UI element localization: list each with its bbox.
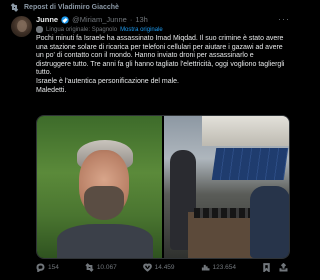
solar-station-photo[interactable]: [164, 116, 289, 258]
avatar[interactable]: [11, 16, 32, 37]
views-count: 123.654: [212, 264, 237, 271]
like-count: 14.459: [154, 264, 175, 271]
like-button[interactable]: 14.459: [143, 263, 175, 272]
portrait-photo[interactable]: [37, 116, 162, 258]
views-icon: [201, 263, 210, 272]
action-bar: 154 10.067 14.459 123.654: [36, 263, 288, 272]
tweet-paragraph: Israele è l'autentica personificazione d…: [36, 77, 179, 85]
original-language-label: Lingua originale: Spagnolo: [46, 26, 118, 33]
photo-person: [250, 186, 289, 258]
photo-tent: [202, 116, 289, 146]
photo-table: [188, 212, 258, 258]
repost-icon: [85, 263, 94, 272]
photo-phones: [194, 208, 250, 218]
media-grid: [36, 115, 290, 259]
tweet-tools: [262, 263, 288, 272]
views-button[interactable]: 123.654: [201, 263, 237, 272]
photo-shirt: [57, 224, 153, 258]
author-handle[interactable]: @Miriam_Junne: [72, 15, 127, 24]
repost-button[interactable]: 10.067: [85, 263, 117, 272]
repost-indicator[interactable]: Repost di Vladimiro Giacchè: [10, 3, 119, 12]
repost-label: Repost di Vladimiro Giacchè: [24, 4, 119, 11]
timestamp[interactable]: 13h: [135, 15, 148, 24]
author-name[interactable]: Junne: [36, 15, 58, 24]
share-icon[interactable]: [279, 263, 288, 272]
reply-icon: [36, 263, 45, 272]
photo-solar-panel: [211, 148, 289, 180]
verified-badge-icon: [61, 15, 69, 24]
globe-icon: [36, 26, 43, 33]
tweet-paragraph: Maledetti.: [36, 86, 67, 94]
tweet-text: Pochi minuti fa Israele ha assassinato I…: [36, 35, 288, 95]
translation-row: Lingua originale: Spagnolo Mostra origin…: [36, 26, 163, 33]
like-icon: [143, 263, 152, 272]
reply-button[interactable]: 154: [36, 263, 59, 272]
show-original-link[interactable]: Mostra originale: [120, 27, 163, 33]
photo-beard: [84, 186, 124, 220]
repost-count: 10.067: [96, 264, 117, 271]
separator: ·: [129, 15, 133, 24]
more-icon[interactable]: ···: [278, 14, 290, 24]
repost-icon: [10, 3, 19, 12]
bookmark-icon[interactable]: [262, 263, 271, 272]
tweet-paragraph: Pochi minuti fa Israele ha assassinato I…: [36, 35, 285, 77]
reply-count: 154: [48, 264, 59, 271]
tweet-header: Junne @Miriam_Junne · 13h: [36, 15, 290, 24]
